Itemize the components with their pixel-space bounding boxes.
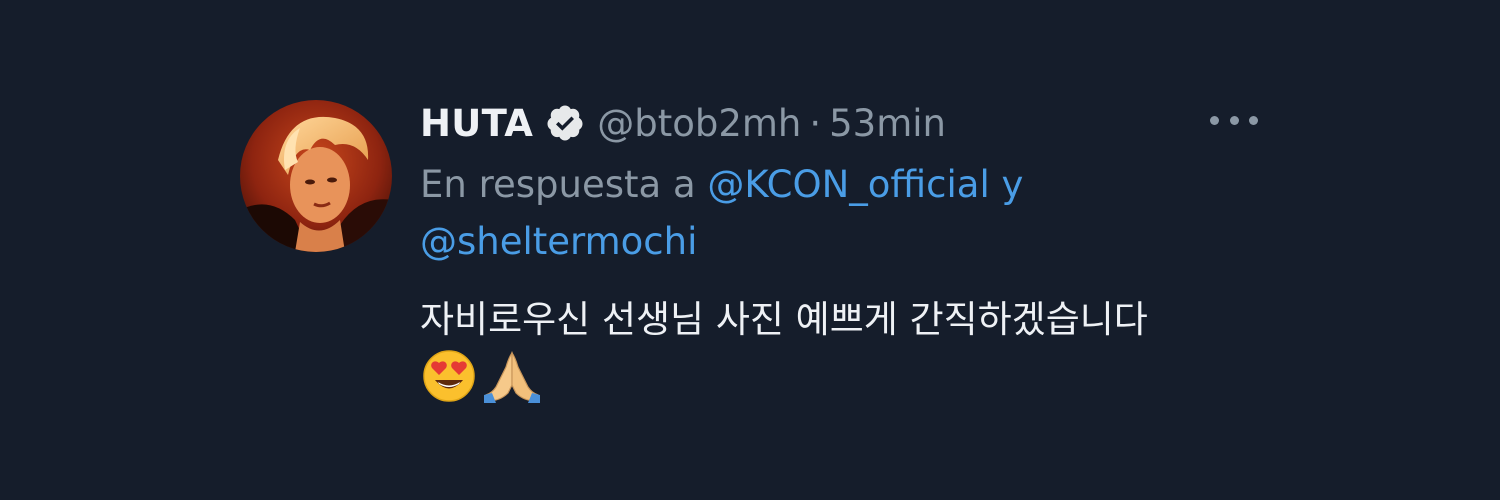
separator-dot: · [809,101,822,145]
handle[interactable]: @btob2mh [597,102,801,145]
reply-conjunction: y [1001,163,1024,206]
reply-mention-kcon[interactable]: @KCON_official [707,163,989,206]
tweet-card[interactable]: HUTA @btob2mh · 53min En respuesta a @KC… [0,0,1500,500]
timestamp[interactable]: 53min [829,102,946,145]
more-dot [1249,115,1258,125]
reply-mention-sheltermochi[interactable]: @sheltermochi [420,220,697,263]
emoji-row [422,346,542,406]
tweet-header: HUTA @btob2mh · 53min [420,98,946,148]
reply-context: En respuesta a @KCON_official y @shelter… [420,156,1200,270]
folded-hands-emoji-icon [482,349,542,403]
tweet-text: 자비로우신 선생님 사진 예쁘게 간직하겠습니다 [420,298,1148,341]
more-dot [1210,115,1219,125]
verified-badge-icon [545,103,585,143]
more-dot [1229,115,1239,125]
reply-prefix: En respuesta a [420,163,696,206]
more-options-icon[interactable] [1210,108,1258,132]
heart-eyes-emoji-icon [422,349,476,403]
display-name[interactable]: HUTA [420,102,533,145]
avatar[interactable] [240,100,392,252]
